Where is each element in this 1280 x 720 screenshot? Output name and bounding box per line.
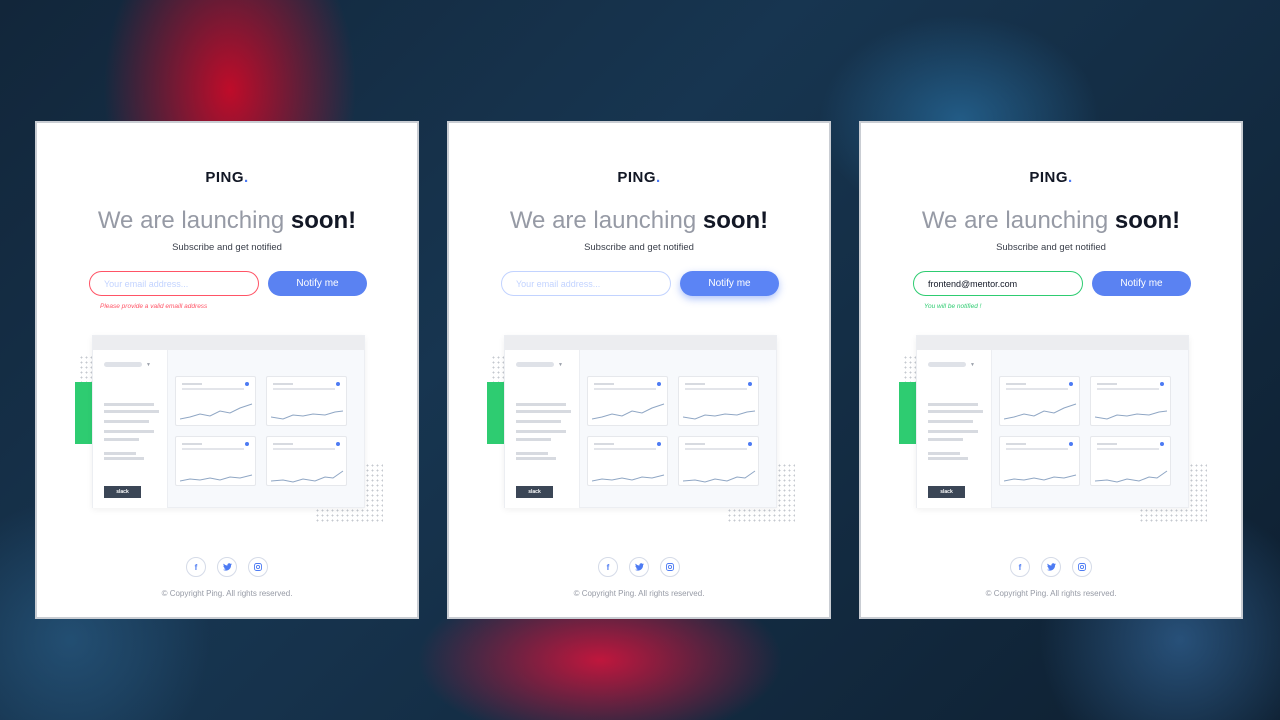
dashboard-panel bbox=[678, 376, 759, 426]
subtitle: Subscribe and get notified bbox=[996, 242, 1106, 253]
logo: PING. bbox=[205, 169, 249, 186]
logo: PING. bbox=[1029, 169, 1073, 186]
copyright: © Copyright Ping. All rights reserved. bbox=[161, 589, 293, 598]
headline: We are launching soon! bbox=[509, 207, 769, 234]
social-links: f bbox=[37, 557, 417, 577]
twitter-icon[interactable] bbox=[629, 557, 649, 577]
dashboard-panel bbox=[175, 376, 256, 426]
dashboard-sidebar: ▼ slack bbox=[93, 350, 168, 508]
dashboard-window: ▼ slack bbox=[916, 335, 1189, 508]
facebook-icon[interactable]: f bbox=[598, 557, 618, 577]
dot-pattern bbox=[491, 355, 505, 385]
notify-button[interactable]: Notify me bbox=[268, 271, 367, 296]
notify-button[interactable]: Notify me bbox=[1092, 271, 1191, 296]
accent-bar bbox=[899, 382, 917, 444]
dashboard-panel bbox=[266, 376, 347, 426]
slack-badge: slack bbox=[516, 486, 553, 498]
dashboard-sidebar: ▼ slack bbox=[505, 350, 580, 508]
copyright: © Copyright Ping. All rights reserved. bbox=[985, 589, 1117, 598]
dashboard-panel bbox=[678, 436, 759, 486]
logo: PING. bbox=[617, 169, 661, 186]
dashboard-sidebar: ▼ slack bbox=[917, 350, 992, 508]
email-input[interactable] bbox=[89, 271, 259, 296]
copyright: © Copyright Ping. All rights reserved. bbox=[573, 589, 705, 598]
facebook-icon[interactable]: f bbox=[1010, 557, 1030, 577]
accent-bar bbox=[75, 382, 93, 444]
dashboard-panel bbox=[1090, 376, 1171, 426]
dashboard-illustration: ▼ slack bbox=[899, 335, 1209, 525]
dashboard-panel bbox=[175, 436, 256, 486]
twitter-icon[interactable] bbox=[217, 557, 237, 577]
slack-badge: slack bbox=[104, 486, 141, 498]
social-links: f bbox=[449, 557, 829, 577]
facebook-icon[interactable]: f bbox=[186, 557, 206, 577]
instagram-icon[interactable] bbox=[660, 557, 680, 577]
dot-pattern bbox=[79, 355, 93, 385]
subtitle: Subscribe and get notified bbox=[172, 242, 282, 253]
card-hover-state: PING. We are launching soon! Subscribe a… bbox=[447, 121, 831, 619]
card-error-state: PING. We are launching soon! Subscribe a… bbox=[35, 121, 419, 619]
dashboard-panel bbox=[587, 376, 668, 426]
email-input[interactable] bbox=[913, 271, 1083, 296]
dashboard-window: ▼ slack bbox=[92, 335, 365, 508]
dashboard-panel bbox=[1090, 436, 1171, 486]
email-input[interactable] bbox=[501, 271, 671, 296]
social-links: f bbox=[861, 557, 1241, 577]
twitter-icon[interactable] bbox=[1041, 557, 1061, 577]
dashboard-panel bbox=[999, 436, 1080, 486]
headline: We are launching soon! bbox=[921, 207, 1181, 234]
subtitle: Subscribe and get notified bbox=[584, 242, 694, 253]
instagram-icon[interactable] bbox=[1072, 557, 1092, 577]
headline: We are launching soon! bbox=[97, 207, 357, 234]
accent-bar bbox=[487, 382, 505, 444]
dashboard-panel bbox=[266, 436, 347, 486]
dashboard-window: ▼ slack bbox=[504, 335, 777, 508]
dot-pattern bbox=[903, 355, 917, 385]
notify-button[interactable]: Notify me bbox=[680, 271, 779, 296]
slack-badge: slack bbox=[928, 486, 965, 498]
success-message: You will be notified ! bbox=[924, 303, 982, 310]
dashboard-panel bbox=[999, 376, 1080, 426]
dashboard-illustration: ▼ slack bbox=[75, 335, 385, 525]
dashboard-panel bbox=[587, 436, 668, 486]
dashboard-illustration: ▼ slack bbox=[487, 335, 797, 525]
instagram-icon[interactable] bbox=[248, 557, 268, 577]
error-message: Please provide a valid emaill address bbox=[100, 303, 208, 310]
card-success-state: PING. We are launching soon! Subscribe a… bbox=[859, 121, 1243, 619]
